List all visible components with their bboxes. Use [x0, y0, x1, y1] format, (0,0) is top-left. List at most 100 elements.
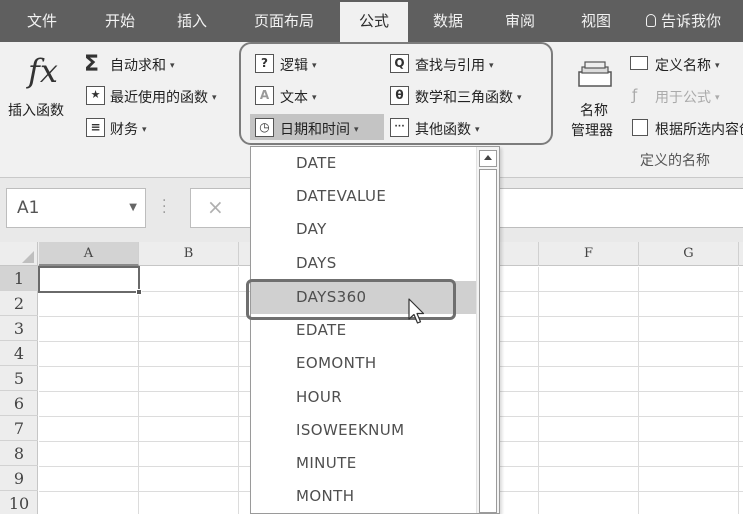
select-all-triangle-icon	[22, 251, 34, 263]
function-item-isoweeknum[interactable]: ISOWEEKNUM	[251, 414, 477, 447]
text-icon: A	[255, 86, 274, 105]
more-functions-label: 其他函数	[415, 122, 471, 138]
chevron-down-icon: ▾	[170, 61, 175, 71]
math-icon: θ	[390, 86, 409, 105]
tell-me-label: 告诉我你	[661, 12, 722, 30]
tab-formulas[interactable]: 公式	[340, 2, 408, 42]
chevron-down-icon: ▾	[354, 125, 359, 135]
financial-label: 财务	[110, 122, 138, 138]
lightbulb-icon	[646, 14, 656, 27]
row-header-10[interactable]: 10	[0, 491, 38, 514]
select-all-corner[interactable]	[0, 242, 38, 266]
mouse-pointer-icon	[408, 298, 425, 324]
fx-icon[interactable]: fx	[28, 52, 58, 90]
scroll-up-arrow-icon[interactable]	[479, 150, 497, 167]
function-item-datevalue[interactable]: DATEVALUE	[251, 180, 477, 213]
chevron-down-icon: ▾	[517, 93, 522, 103]
financial-button[interactable]: 财务 ▾	[110, 119, 147, 139]
date-time-button[interactable]: 日期和时间 ▾	[280, 119, 359, 139]
use-in-formula-button[interactable]: 用于公式 ▾	[655, 87, 720, 107]
text-label: 文本	[280, 90, 308, 106]
name-manager-label-1[interactable]: 名称	[580, 100, 608, 120]
function-item-hour[interactable]: HOUR	[251, 381, 477, 414]
cancel-icon[interactable]: ×	[207, 195, 224, 219]
column-header-g[interactable]: G	[639, 242, 739, 266]
row-header-3[interactable]: 3	[0, 316, 38, 341]
financial-icon: ≡	[86, 118, 105, 137]
function-item-minute[interactable]: MINUTE	[251, 447, 477, 480]
autosum-button[interactable]: 自动求和 ▾	[110, 55, 175, 75]
define-name-icon	[630, 56, 648, 70]
row-header-column: 1 2 3 4 5 6 7 8 9 10	[0, 266, 38, 514]
chevron-down-icon[interactable]: ▼	[129, 189, 137, 227]
function-item-eomonth[interactable]: EOMONTH	[251, 347, 477, 380]
menu-tab-bar: 文件 开始 插入 页面布局 公式 数据 审阅 视图 告诉我你	[0, 0, 743, 42]
dropdown-scrollbar[interactable]	[476, 147, 499, 513]
name-box[interactable]: A1 ▼	[6, 188, 146, 228]
create-from-selection-icon	[632, 119, 648, 136]
autosum-icon: Σ	[84, 52, 100, 77]
row-header-4[interactable]: 4	[0, 341, 38, 366]
tab-data[interactable]: 数据	[418, 0, 478, 42]
column-header-b[interactable]: B	[139, 242, 239, 266]
column-header-a[interactable]: A	[39, 242, 139, 266]
chevron-down-icon: ▾	[475, 125, 480, 135]
tab-view[interactable]: 视图	[566, 0, 626, 42]
date-time-label: 日期和时间	[280, 122, 350, 138]
recent-star-icon: ★	[86, 86, 105, 105]
insert-function-button[interactable]: 插入函数	[8, 100, 64, 120]
math-trig-label: 数学和三角函数	[415, 90, 513, 106]
recently-used-label: 最近使用的函数	[110, 90, 208, 106]
scroll-thumb[interactable]	[479, 169, 497, 513]
row-header-6[interactable]: 6	[0, 391, 38, 416]
chevron-down-icon: ▾	[212, 93, 217, 103]
math-trig-button[interactable]: 数学和三角函数 ▾	[415, 87, 522, 107]
use-in-formula-icon: ƒ	[632, 86, 638, 104]
row-header-1[interactable]: 1	[0, 266, 38, 291]
clock-icon: ◷	[255, 118, 274, 137]
name-manager-icon	[578, 61, 612, 87]
tab-insert[interactable]: 插入	[162, 0, 222, 42]
logical-button[interactable]: 逻辑 ▾	[280, 55, 317, 75]
date-time-function-dropdown: DATE DATEVALUE DAY DAYS DAYS360 EDATE EO…	[250, 146, 500, 514]
chevron-down-icon: ▾	[489, 61, 494, 71]
lookup-reference-label: 查找与引用	[415, 58, 485, 74]
define-name-button[interactable]: 定义名称 ▾	[655, 55, 720, 75]
chevron-down-icon: ▾	[142, 125, 147, 135]
create-from-selection-button[interactable]: 根据所选内容创建	[655, 119, 743, 139]
lookup-icon: Q	[390, 54, 409, 73]
function-item-day[interactable]: DAY	[251, 213, 477, 246]
recently-used-button[interactable]: 最近使用的函数 ▾	[110, 87, 217, 107]
chevron-down-icon: ▾	[312, 93, 317, 103]
tab-page-layout[interactable]: 页面布局	[236, 0, 332, 42]
more-functions-button[interactable]: 其他函数 ▾	[415, 119, 480, 139]
row-header-9[interactable]: 9	[0, 466, 38, 491]
row-header-8[interactable]: 8	[0, 441, 38, 466]
row-header-7[interactable]: 7	[0, 416, 38, 441]
name-manager-label-2[interactable]: 管理器	[571, 120, 613, 140]
tab-review[interactable]: 审阅	[490, 0, 550, 42]
logical-label: 逻辑	[280, 58, 308, 74]
function-item-month[interactable]: MONTH	[251, 480, 477, 513]
chevron-down-icon: ▾	[312, 61, 317, 71]
fill-handle[interactable]	[136, 289, 142, 295]
use-in-formula-label: 用于公式	[655, 90, 711, 106]
function-item-date[interactable]: DATE	[251, 147, 477, 180]
defined-names-group-caption: 定义的名称	[640, 153, 710, 169]
autosum-label: 自动求和	[110, 58, 166, 74]
function-item-days[interactable]: DAYS	[251, 247, 477, 280]
logical-icon: ?	[255, 54, 274, 73]
define-name-label: 定义名称	[655, 58, 711, 74]
lookup-reference-button[interactable]: 查找与引用 ▾	[415, 55, 494, 75]
column-header-f[interactable]: F	[539, 242, 639, 266]
row-header-2[interactable]: 2	[0, 291, 38, 316]
name-box-value: A1	[17, 198, 40, 218]
tab-file[interactable]: 文件	[12, 0, 72, 42]
row-header-5[interactable]: 5	[0, 366, 38, 391]
text-button[interactable]: 文本 ▾	[280, 87, 317, 107]
more-functions-icon: ···	[390, 118, 409, 137]
tell-me-search[interactable]: 告诉我你	[646, 0, 743, 42]
tab-home[interactable]: 开始	[90, 0, 150, 42]
formula-bar-grip[interactable]: · · ·	[162, 194, 166, 220]
active-cell-a1[interactable]	[38, 266, 140, 293]
